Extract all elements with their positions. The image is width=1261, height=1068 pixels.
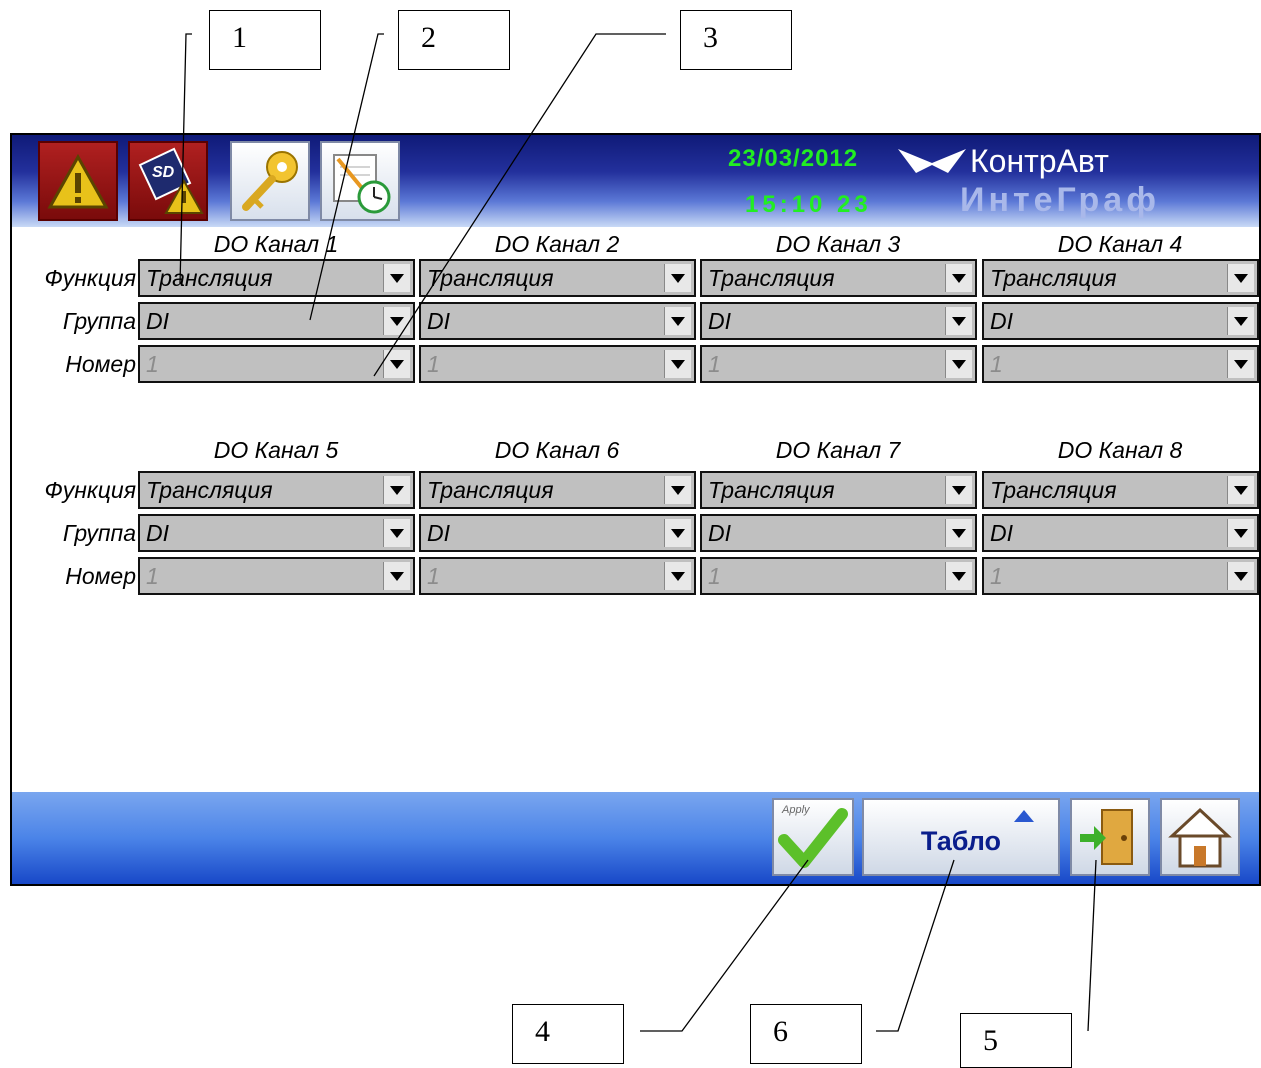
callout-leader-lines	[179, 33, 1097, 1032]
